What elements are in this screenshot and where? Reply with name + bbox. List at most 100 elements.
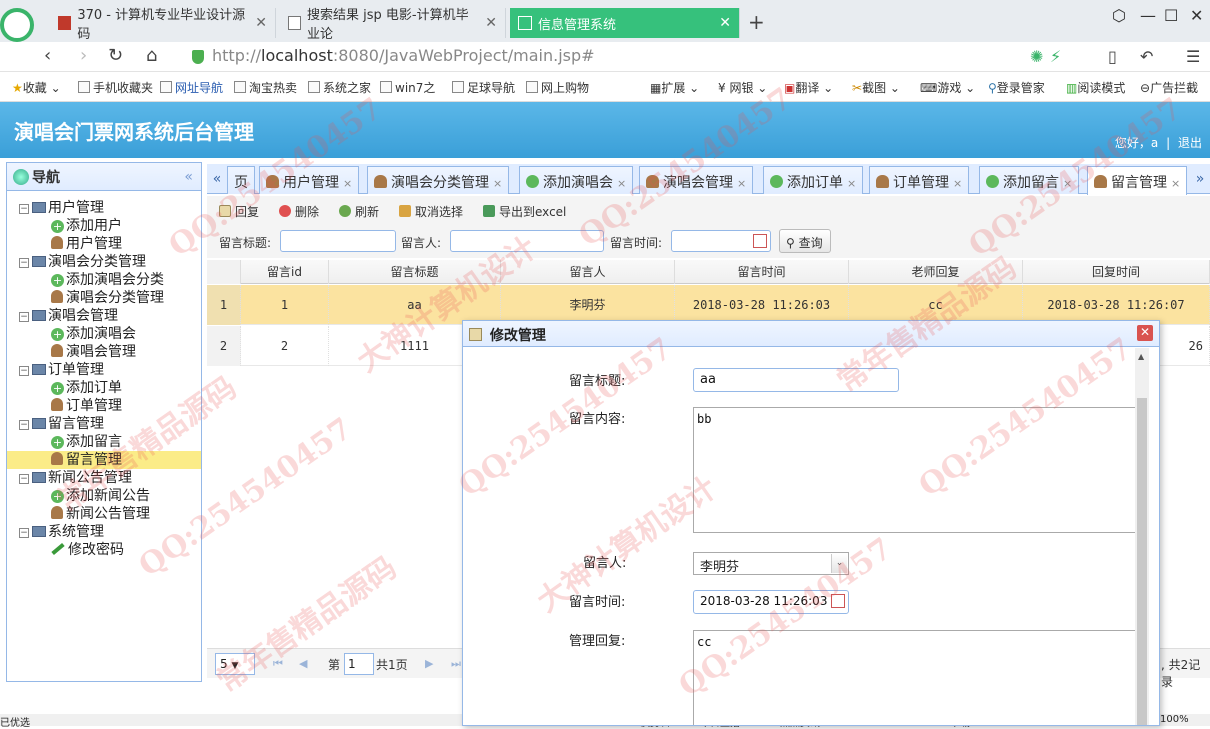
tab-concert-category-manage[interactable]: 演唱会分类管理 × bbox=[367, 166, 510, 194]
close-icon[interactable]: × bbox=[343, 177, 352, 190]
close-icon[interactable]: × bbox=[737, 177, 746, 190]
tabs-scroll-left-icon[interactable]: « bbox=[207, 168, 227, 193]
scrollbar-thumb[interactable] bbox=[1137, 398, 1147, 725]
tab-add-order[interactable]: 添加订单 × bbox=[763, 166, 864, 194]
column-header[interactable]: 留言人 bbox=[501, 260, 675, 284]
toggle-icon[interactable]: − bbox=[19, 366, 29, 376]
bookmark-item[interactable]: 网上购物 bbox=[526, 79, 589, 96]
close-icon[interactable]: × bbox=[847, 177, 856, 190]
game-button[interactable]: ⌨游戏 ⌄ bbox=[920, 79, 975, 96]
table-row[interactable]: 1 1 aa 李明芬 2018-03-28 11:26:03 cc 2018-0… bbox=[207, 285, 1210, 325]
search-time-input[interactable] bbox=[671, 230, 771, 252]
page-number-input[interactable]: 1 bbox=[344, 653, 374, 675]
nav-group-concert-category[interactable]: − 演唱会分类管理 bbox=[7, 253, 201, 271]
bookmark-item[interactable]: 手机收藏夹 bbox=[78, 79, 153, 96]
nav-item-order-manage[interactable]: 订单管理 bbox=[7, 397, 201, 415]
extension-button[interactable]: ▦扩展 ⌄ bbox=[650, 79, 699, 96]
page-size-select[interactable]: 5 ▼ bbox=[215, 653, 255, 675]
logout-link[interactable]: 退出 bbox=[1178, 136, 1202, 150]
close-icon[interactable]: × bbox=[1063, 177, 1072, 190]
last-page-icon[interactable]: ⏭ bbox=[451, 657, 461, 671]
person-select[interactable]: 李明芬 ⌄ bbox=[693, 552, 849, 575]
scroll-up-icon[interactable]: ▲ bbox=[1138, 352, 1144, 361]
close-icon[interactable]: ✕ bbox=[479, 15, 497, 31]
search-person-select[interactable] bbox=[450, 230, 604, 252]
nav-item-add-news[interactable]: + 添加新闻公告 bbox=[7, 487, 201, 505]
tab-concert-manage[interactable]: 演唱会管理 × bbox=[639, 166, 754, 194]
nav-item-message-manage[interactable]: 留言管理 bbox=[7, 451, 201, 469]
bookmark-item[interactable]: 淘宝热卖 bbox=[234, 79, 297, 96]
query-button[interactable]: ⚲ 查询 bbox=[779, 229, 831, 253]
zoom-level[interactable]: 100% bbox=[1160, 714, 1189, 725]
nav-item-concert-category-manage[interactable]: 演唱会分类管理 bbox=[7, 289, 201, 307]
minimize-icon[interactable]: — bbox=[1140, 6, 1156, 25]
reload-icon[interactable]: ↻ bbox=[108, 45, 123, 66]
calendar-icon[interactable] bbox=[753, 234, 767, 248]
login-manager-button[interactable]: ⚲登录管家 bbox=[988, 79, 1045, 96]
nav-group-users[interactable]: − 用户管理 bbox=[7, 199, 201, 217]
close-icon[interactable]: × bbox=[493, 177, 502, 190]
chevron-down-icon[interactable]: ⌄ bbox=[831, 554, 847, 573]
lightning-icon[interactable]: ⚡ bbox=[1050, 47, 1061, 66]
dialog-close-button[interactable]: ✕ bbox=[1137, 325, 1153, 341]
nav-group-concert[interactable]: − 演唱会管理 bbox=[7, 307, 201, 325]
bookmark-item[interactable]: 系统之家 bbox=[308, 79, 371, 96]
new-tab-button[interactable]: + bbox=[748, 10, 765, 34]
nav-group-system[interactable]: − 系统管理 bbox=[7, 523, 201, 541]
toggle-icon[interactable]: − bbox=[19, 420, 29, 430]
cancel-select-button[interactable]: 取消选择 bbox=[399, 203, 463, 220]
reply-textarea[interactable]: cc bbox=[693, 630, 1137, 725]
tab-message-manage[interactable]: 留言管理 × bbox=[1087, 166, 1188, 195]
reply-button[interactable]: 回复 bbox=[219, 203, 259, 220]
title-input[interactable]: aa bbox=[693, 368, 899, 392]
column-header[interactable]: 回复时间 bbox=[1023, 260, 1210, 284]
reader-mode-button[interactable]: ▥阅读模式 bbox=[1066, 79, 1125, 96]
maximize-icon[interactable]: ☐ bbox=[1164, 6, 1178, 25]
tab-order-manage[interactable]: 订单管理 × bbox=[869, 166, 970, 194]
calendar-icon[interactable] bbox=[831, 594, 845, 608]
tab-user-manage[interactable]: 用户管理 × bbox=[259, 166, 360, 194]
collapse-icon[interactable]: « bbox=[184, 169, 193, 185]
tab-home[interactable]: 页 bbox=[227, 166, 255, 194]
adblock-button[interactable]: ⊖广告拦截 bbox=[1140, 79, 1198, 96]
nav-item-add-message[interactable]: + 添加留言 bbox=[7, 433, 201, 451]
speed-icon[interactable]: ✺ bbox=[1030, 47, 1043, 66]
browser-tab-2[interactable]: 搜索结果 jsp 电影-计算机毕业论 ✕ bbox=[280, 8, 506, 42]
translate-button[interactable]: ▣翻译 ⌄ bbox=[784, 79, 833, 96]
nav-item-add-user[interactable]: + 添加用户 bbox=[7, 217, 201, 235]
home-icon[interactable]: ⌂ bbox=[146, 45, 157, 66]
toggle-icon[interactable]: − bbox=[19, 312, 29, 322]
window-close-icon[interactable]: ✕ bbox=[1190, 6, 1203, 25]
browser-tab-3[interactable]: 信息管理系统 ✕ bbox=[510, 8, 740, 38]
column-header[interactable]: 留言时间 bbox=[675, 260, 849, 284]
nav-item-change-password[interactable]: 修改密码 bbox=[7, 541, 201, 559]
close-icon[interactable]: × bbox=[1171, 177, 1180, 190]
column-header[interactable]: 留言标题 bbox=[329, 260, 501, 284]
nav-item-add-concert[interactable]: + 添加演唱会 bbox=[7, 325, 201, 343]
nav-group-orders[interactable]: − 订单管理 bbox=[7, 361, 201, 379]
nav-item-add-order[interactable]: + 添加订单 bbox=[7, 379, 201, 397]
bookmark-item[interactable]: ★收藏 ⌄ bbox=[12, 79, 61, 96]
tab-add-message[interactable]: 添加留言 × bbox=[979, 166, 1080, 194]
bookmark-item[interactable]: 网址导航 bbox=[160, 79, 223, 96]
search-title-input[interactable] bbox=[280, 230, 396, 252]
toggle-icon[interactable]: − bbox=[19, 528, 29, 538]
close-icon[interactable]: ✕ bbox=[249, 15, 267, 31]
back-icon[interactable]: ‹ bbox=[44, 45, 51, 66]
nav-group-news[interactable]: − 新闻公告管理 bbox=[7, 469, 201, 487]
tabs-scroll-right-icon[interactable]: » bbox=[1190, 168, 1210, 193]
nav-item-user-manage[interactable]: 用户管理 bbox=[7, 235, 201, 253]
close-icon[interactable]: × bbox=[953, 177, 962, 190]
first-page-icon[interactable]: ⏮ bbox=[273, 657, 283, 671]
refresh-button[interactable]: 刷新 bbox=[339, 203, 379, 220]
undo-icon[interactable]: ↶ bbox=[1140, 47, 1153, 66]
nav-group-messages[interactable]: − 留言管理 bbox=[7, 415, 201, 433]
toggle-icon[interactable]: − bbox=[19, 474, 29, 484]
nav-item-news-manage[interactable]: 新闻公告管理 bbox=[7, 505, 201, 523]
delete-button[interactable]: 删除 bbox=[279, 203, 319, 220]
column-header[interactable]: 老师回复 bbox=[849, 260, 1023, 284]
nav-item-concert-manage[interactable]: 演唱会管理 bbox=[7, 343, 201, 361]
forward-icon[interactable]: › bbox=[80, 45, 87, 66]
close-icon[interactable]: × bbox=[617, 177, 626, 190]
bank-button[interactable]: ¥ 网银 ⌄ bbox=[718, 79, 767, 96]
